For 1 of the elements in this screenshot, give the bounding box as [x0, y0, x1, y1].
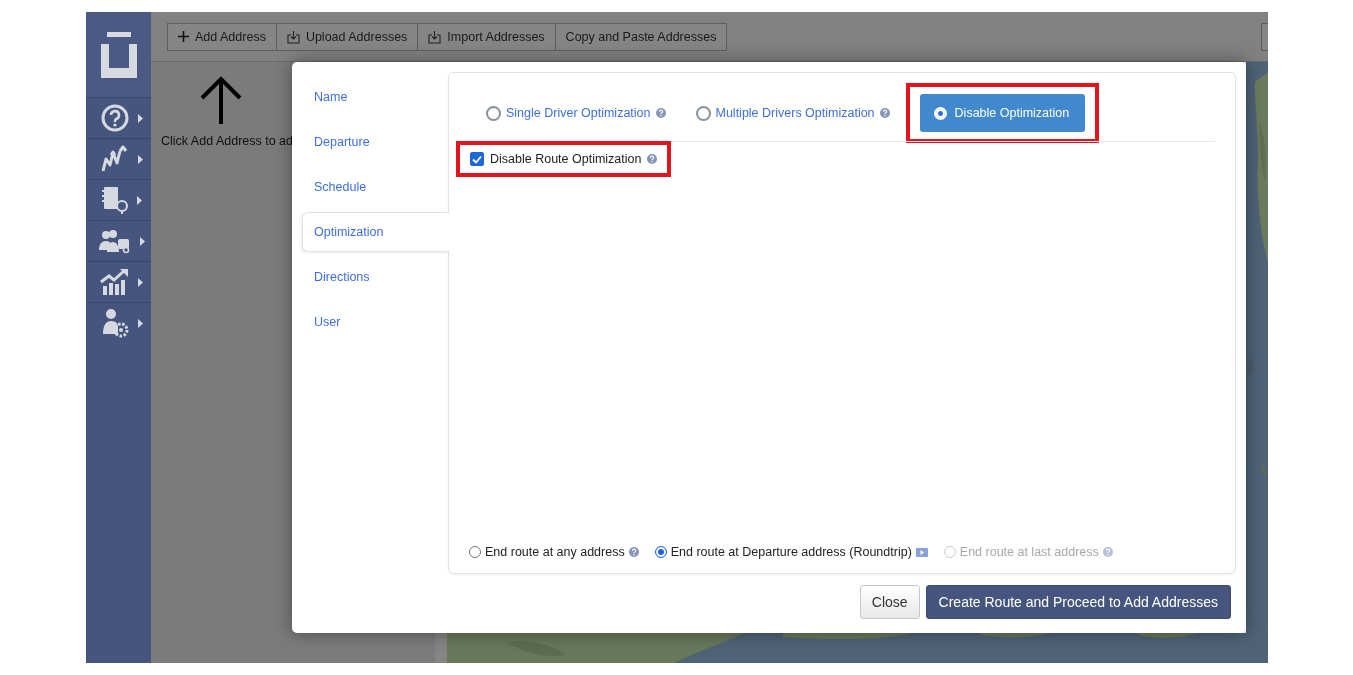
hint-text: Click Add Address to ad — [161, 134, 294, 148]
